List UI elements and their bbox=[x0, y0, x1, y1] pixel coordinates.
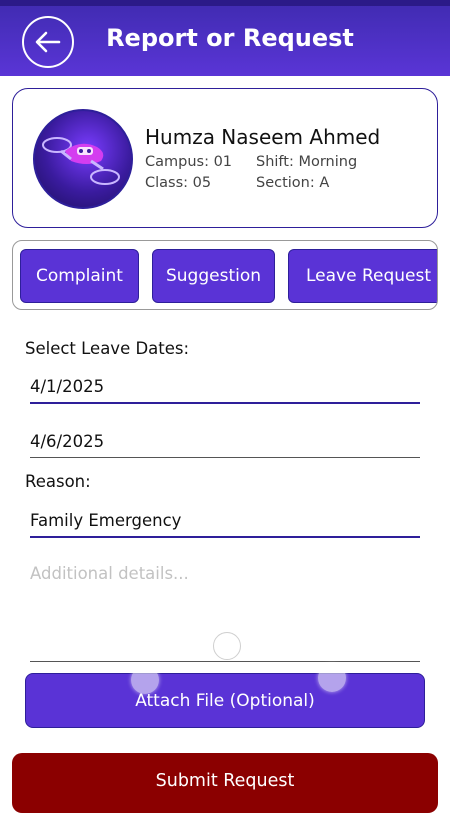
class-info: Class: 05 bbox=[145, 175, 212, 191]
details-underline bbox=[30, 661, 420, 662]
start-date-underline bbox=[30, 402, 420, 404]
touch-indicator bbox=[131, 666, 159, 694]
student-profile-card: Humza Naseem Ahmed Campus: 01 Shift: Mor… bbox=[12, 88, 438, 228]
end-date-underline bbox=[30, 457, 420, 458]
attach-file-label: Attach File (Optional) bbox=[135, 690, 315, 711]
reason-label: Reason: bbox=[25, 472, 91, 491]
shift-info: Shift: Morning bbox=[256, 154, 358, 170]
tab-leave-request[interactable]: Leave Request bbox=[288, 249, 437, 303]
section-info: Section: A bbox=[256, 175, 330, 191]
arrow-left-icon bbox=[35, 31, 61, 53]
submit-request-button[interactable]: Submit Request bbox=[12, 753, 438, 813]
tab-complaint[interactable]: Complaint bbox=[20, 249, 139, 303]
start-date-field[interactable]: 4/1/2025 bbox=[30, 377, 420, 405]
touch-indicator bbox=[318, 664, 346, 692]
page-title: Report or Request bbox=[106, 24, 354, 52]
back-button[interactable] bbox=[22, 16, 74, 68]
tab-suggestion[interactable]: Suggestion bbox=[152, 249, 275, 303]
app-header: Report or Request bbox=[0, 0, 450, 76]
request-type-tabs: Complaint Suggestion Leave Request bbox=[12, 240, 438, 310]
reason-underline bbox=[30, 536, 420, 538]
attach-file-button[interactable]: Attach File (Optional) bbox=[25, 673, 425, 728]
leave-dates-label: Select Leave Dates: bbox=[25, 339, 190, 358]
status-strip bbox=[0, 0, 450, 6]
student-name: Humza Naseem Ahmed bbox=[145, 125, 381, 149]
submit-request-label: Submit Request bbox=[155, 771, 295, 791]
campus-info: Campus: 01 bbox=[145, 154, 233, 170]
reason-input[interactable]: Family Emergency bbox=[30, 511, 420, 539]
touch-indicator bbox=[213, 632, 241, 660]
drone-avatar-icon bbox=[33, 109, 133, 209]
end-date-field[interactable]: 4/6/2025 bbox=[30, 432, 420, 460]
